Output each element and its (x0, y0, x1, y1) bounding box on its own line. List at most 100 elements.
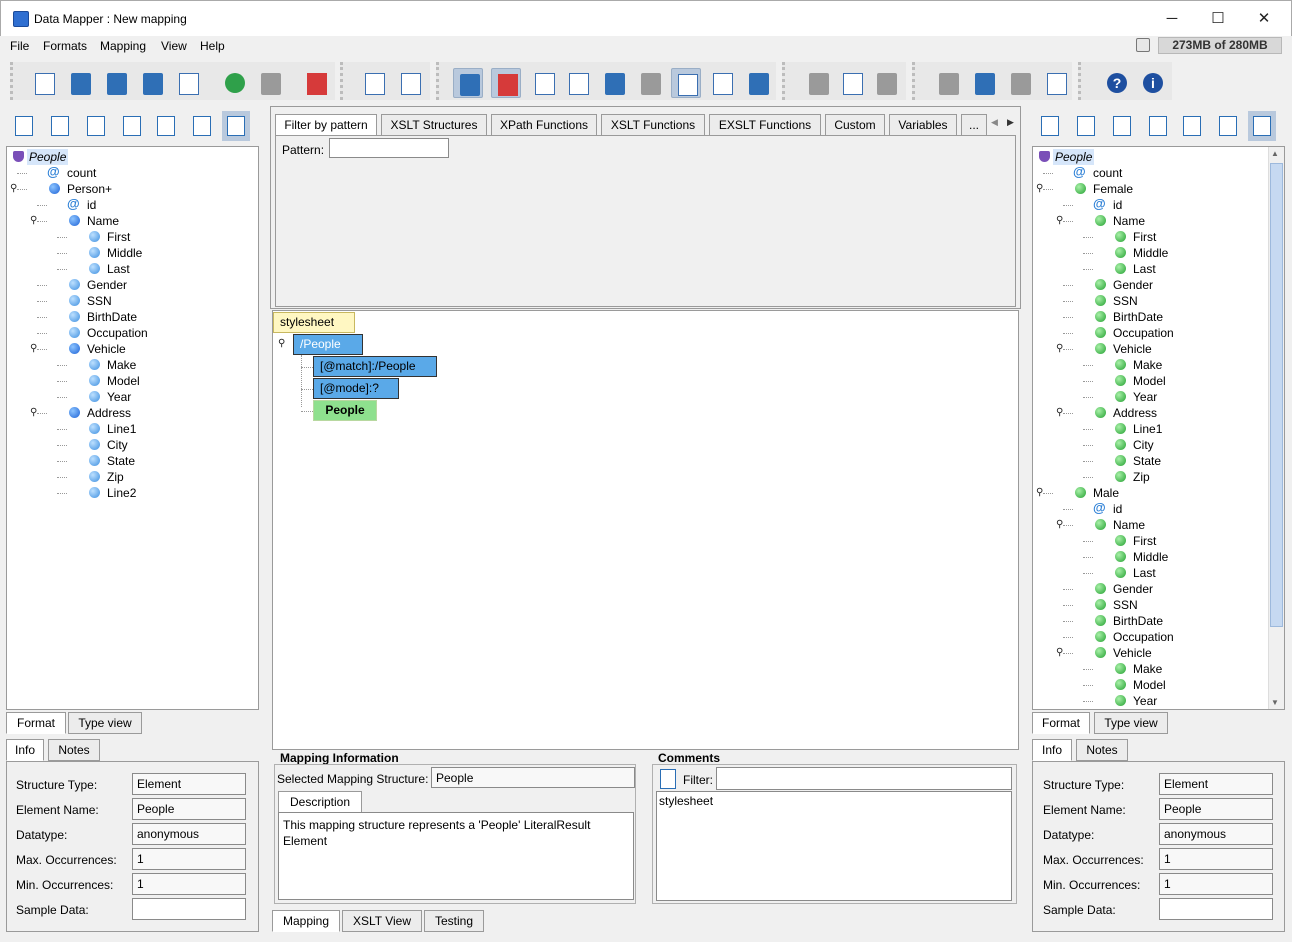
help-button[interactable]: ? (1101, 68, 1131, 98)
tab-filter-by-pattern[interactable]: Filter by pattern (275, 114, 377, 136)
tab-scroll-right-icon[interactable]: ▶ (1007, 117, 1014, 128)
tree-node[interactable]: Middle (7, 245, 247, 261)
tab-info[interactable]: Info (6, 739, 44, 761)
garbage-collect-icon[interactable] (1136, 38, 1150, 52)
max-occurrences-field[interactable]: 1 (132, 848, 246, 870)
tree-node[interactable]: City (1033, 437, 1273, 453)
tree-node[interactable]: @ count (1033, 164, 1273, 181)
right-import-button[interactable] (1036, 111, 1064, 141)
comments-filter-input[interactable] (716, 767, 1012, 790)
left-doc-button[interactable] (82, 111, 110, 141)
tree-node[interactable]: ⚲ Female (1033, 181, 1273, 197)
tree-node[interactable]: Last (1033, 261, 1273, 277)
tree-node[interactable]: Zip (7, 469, 247, 485)
expand-people-icon[interactable]: ⚲ (278, 338, 285, 349)
save-disk-button[interactable] (599, 68, 629, 98)
tab-description[interactable]: Description (278, 791, 362, 813)
tree-node[interactable]: Occupation (1033, 325, 1273, 341)
copy-button[interactable] (837, 68, 867, 98)
structure-type-field[interactable]: Element (1159, 773, 1273, 795)
tree-node[interactable]: ⚲ Vehicle (7, 341, 247, 357)
remove-button[interactable] (1005, 68, 1035, 98)
tree-node[interactable]: ⚲ Male (1033, 485, 1273, 501)
move-left-button[interactable] (933, 68, 963, 98)
menu-file[interactable]: File (10, 39, 29, 53)
table-map-button[interactable] (707, 68, 737, 98)
right-edit-button[interactable] (1214, 111, 1242, 141)
tab-xpath-functions[interactable]: XPath Functions (491, 114, 597, 136)
tree-node[interactable]: Last (7, 261, 247, 277)
tab-mapping[interactable]: Mapping (272, 910, 340, 932)
min-occurrences-field[interactable]: 1 (132, 873, 246, 895)
menu-formats[interactable]: Formats (43, 39, 87, 53)
tree-node[interactable]: Gender (7, 277, 247, 293)
redo-button[interactable] (255, 68, 285, 98)
tree-node[interactable]: ⚲ Address (7, 405, 247, 421)
right-tree-button[interactable] (1248, 111, 1276, 141)
tree-node[interactable]: ⚲ Name (1033, 213, 1273, 229)
tree-node[interactable]: ⚲ Name (1033, 517, 1273, 533)
tree-node[interactable]: Year (1033, 389, 1273, 405)
datatype-field[interactable]: anonymous (132, 823, 246, 845)
format-settings-button[interactable] (395, 68, 425, 98)
selected-structure-field[interactable]: People (431, 767, 635, 788)
tab-type-view[interactable]: Type view (1094, 712, 1168, 734)
tab-exslt-functions[interactable]: EXSLT Functions (709, 114, 821, 136)
sample-data-field[interactable] (132, 898, 246, 920)
tree-node[interactable]: Make (1033, 357, 1273, 373)
tree-node[interactable]: SSN (7, 293, 247, 309)
list-button[interactable] (529, 68, 559, 98)
db-doc-button[interactable] (635, 68, 665, 98)
tree-node[interactable]: Line1 (1033, 421, 1273, 437)
element-name-field[interactable]: People (1159, 798, 1273, 820)
tree-node[interactable]: Gender (1033, 277, 1273, 293)
xml-code-button[interactable] (563, 68, 593, 98)
tree-node[interactable]: @ id (7, 196, 247, 213)
tab-custom[interactable]: Custom (825, 114, 885, 136)
tree-node[interactable]: ⚲ Vehicle (1033, 645, 1273, 661)
tree-node[interactable]: @ id (1033, 196, 1273, 213)
menu-view[interactable]: View (161, 39, 187, 53)
close-button[interactable]: ✕ (1241, 7, 1287, 31)
tree-node[interactable]: First (7, 229, 247, 245)
match-attribute-node[interactable]: [@match]:/People (313, 356, 437, 377)
cut-button[interactable] (803, 68, 833, 98)
move-up-button[interactable] (969, 68, 999, 98)
tab-more[interactable]: ... (961, 114, 987, 136)
mode-attribute-node[interactable]: [@mode]:? (313, 378, 399, 399)
tree-node[interactable]: People (1033, 149, 1273, 165)
tab-testing[interactable]: Testing (424, 910, 484, 932)
people-literal-node[interactable]: People (313, 400, 377, 421)
left-list-button[interactable] (118, 111, 146, 141)
max-occurrences-field[interactable]: 1 (1159, 848, 1273, 870)
tree-node[interactable]: SSN (1033, 597, 1273, 613)
tree-node[interactable]: Year (1033, 693, 1273, 709)
element-name-field[interactable]: People (132, 798, 246, 820)
pattern-input[interactable] (329, 138, 449, 158)
undo-button[interactable] (219, 68, 249, 98)
menu-help[interactable]: Help (200, 39, 225, 53)
maximize-button[interactable]: ☐ (1195, 7, 1241, 31)
attribute-button[interactable] (671, 68, 701, 98)
exit-button[interactable] (301, 68, 331, 98)
right-doc-button[interactable] (1108, 111, 1136, 141)
people-template-node[interactable]: /People (293, 334, 363, 355)
about-button[interactable]: i (1137, 68, 1167, 98)
tree-node[interactable]: Model (7, 373, 247, 389)
tree-node[interactable]: Middle (1033, 245, 1273, 261)
right-list-button[interactable] (1144, 111, 1172, 141)
right-search-button[interactable] (1178, 111, 1206, 141)
tree-node[interactable]: BirthDate (1033, 613, 1273, 629)
tree-node[interactable]: Line2 (7, 485, 247, 501)
comment-item[interactable]: stylesheet (659, 794, 1009, 808)
tab-xslt-view[interactable]: XSLT View (342, 910, 422, 932)
tree-node[interactable]: People (7, 149, 247, 165)
tree-node[interactable]: ⚲ Name (7, 213, 247, 229)
left-search-button[interactable] (152, 111, 180, 141)
tree-node[interactable]: Model (1033, 677, 1273, 693)
tree-node[interactable]: First (1033, 533, 1273, 549)
minimize-button[interactable]: ─ (1149, 7, 1195, 31)
tree-node[interactable]: BirthDate (7, 309, 247, 325)
tree-node[interactable]: Occupation (1033, 629, 1273, 645)
tree-node[interactable]: State (1033, 453, 1273, 469)
